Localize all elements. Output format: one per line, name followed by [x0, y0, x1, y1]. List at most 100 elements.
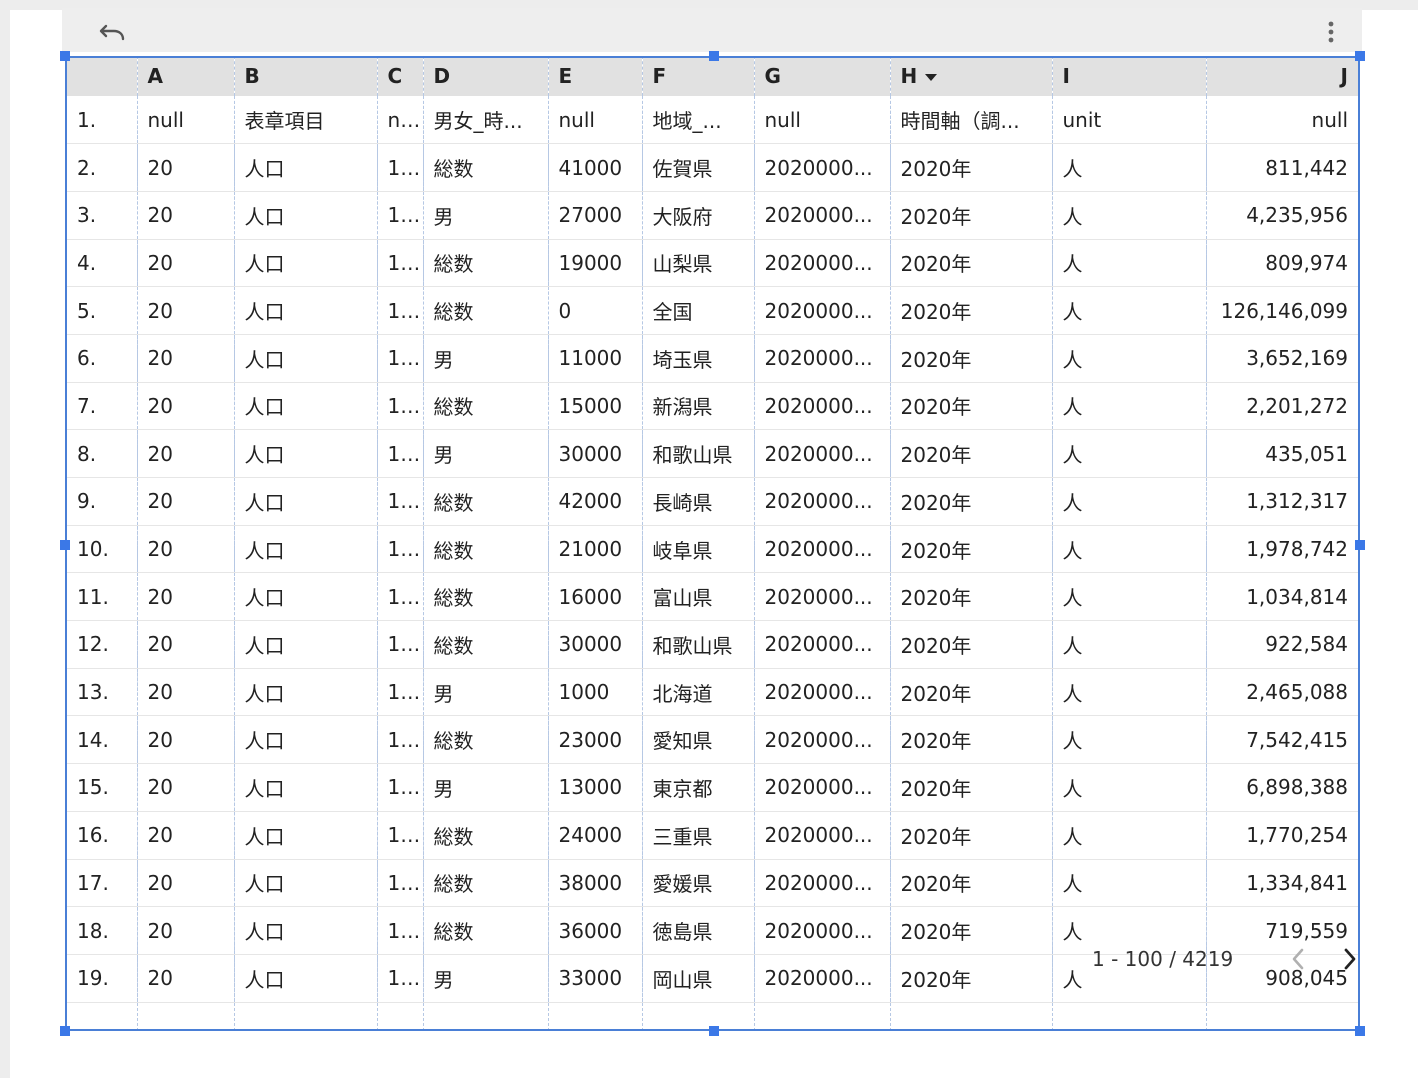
row-number: 3. — [65, 191, 137, 240]
table-row[interactable]: 14. 20 人口 1... 総数 23000 愛知県 2020000... 2020年人 7,5… — [65, 715, 1360, 765]
column-header-d[interactable]: D — [422, 56, 548, 96]
resize-handle-bottom[interactable] — [709, 1026, 719, 1036]
table-row[interactable]: 3. 20 人口 1... 男 27000 大阪府 2020000... 2020年人 4,235… — [65, 191, 1360, 240]
resize-handle-left[interactable] — [60, 540, 70, 550]
table-row[interactable]: 5. 20 人口 1... 総数 0 全国 2020000... 2020年人 126,146,0… — [65, 286, 1360, 335]
table-cell: 30000 — [547, 620, 642, 669]
table-cell: 男 — [422, 334, 548, 383]
table-row[interactable]: 11. 20 人口 1... 総数 16000 富山県 2020000... 2020年人 1,0… — [65, 572, 1360, 622]
column-header-label: J — [1340, 64, 1348, 88]
table-cell: 2020年 — [889, 620, 1052, 669]
table-cell: 2020年 — [889, 429, 1052, 478]
table-cell: 7,542,415 — [1205, 715, 1360, 765]
table-cell: 人口 — [233, 859, 377, 908]
chevron-right-icon[interactable] — [1336, 946, 1362, 972]
table-cell: 和歌山県 — [641, 620, 754, 669]
resize-handle-top-right[interactable] — [1355, 51, 1365, 61]
more-vert-icon[interactable] — [1328, 20, 1334, 44]
column-header-j[interactable]: J — [1205, 56, 1360, 96]
undo-icon[interactable] — [98, 22, 126, 42]
row-number: 15. — [65, 763, 137, 812]
row-number: 1. — [65, 96, 137, 145]
table-cell: 2,201,272 — [1205, 382, 1360, 431]
table-cell: 30000 — [547, 429, 642, 478]
table-cell: 人 — [1051, 334, 1206, 383]
resize-handle-top[interactable] — [709, 51, 719, 61]
sort-desc-icon[interactable] — [925, 74, 938, 81]
table-cell: 男 — [422, 763, 548, 812]
table-cell: 1... — [376, 334, 423, 383]
table-row[interactable]: 13. 20 人口 1... 男 1000 北海道 2020000... 2020年人 2,465… — [65, 668, 1360, 717]
table-cell: 2020000... — [753, 143, 890, 192]
table-cell: 2020000... — [753, 191, 890, 240]
resize-handle-right[interactable] — [1355, 540, 1365, 550]
table-cell: 2,465,088 — [1205, 668, 1360, 717]
table-row[interactable]: 10. 20 人口 1... 総数 21000 岐阜県 2020000... 2020年人 1,9… — [65, 525, 1360, 574]
table-row[interactable]: 8. 20 人口 1... 男 30000 和歌山県 2020000... 2020年人 435,… — [65, 429, 1360, 478]
table-cell: 埼玉県 — [641, 334, 754, 383]
column-header-g[interactable]: G — [753, 56, 890, 96]
table-cell: 16000 — [547, 572, 642, 622]
row-number: 14. — [65, 715, 137, 765]
table-cell: 2020000... — [753, 906, 890, 955]
table-cell: 人口 — [233, 763, 377, 812]
column-header-b[interactable]: B — [233, 56, 377, 96]
table-row[interactable]: 2. 20 人口 1... 総数 41000 佐賀県 2020000... 2020年人 811,… — [65, 143, 1360, 192]
column-header-c[interactable]: C — [376, 56, 423, 96]
table-cell: 人口 — [233, 715, 377, 765]
resize-handle-bottom-left[interactable] — [60, 1026, 70, 1036]
table-row[interactable]: 15. 20 人口 1... 男 13000 東京都 2020000... 2020年人 6,89… — [65, 763, 1360, 812]
column-header-label: B — [244, 64, 260, 88]
table-cell: n... — [376, 96, 423, 145]
table-cell: 1... — [376, 620, 423, 669]
table-cell: 19000 — [547, 239, 642, 288]
table-cell: 2020000... — [753, 286, 890, 335]
table-row[interactable]: 17. 20 人口 1... 総数 38000 愛媛県 2020000... 2020年人 1,3… — [65, 859, 1360, 908]
table-row[interactable]: 7. 20 人口 1... 総数 15000 新潟県 2020000... 2020年人 2,20… — [65, 382, 1360, 431]
table-cell: 33000 — [547, 954, 642, 1003]
table-cell: 2020000... — [753, 525, 890, 574]
table-cell: 人口 — [233, 239, 377, 288]
table-cell: 2020000... — [753, 239, 890, 288]
table-cell: 岡山県 — [641, 954, 754, 1003]
table-row[interactable]: 9. 20 人口 1... 総数 42000 長崎県 2020000... 2020年人 1,31… — [65, 477, 1360, 526]
column-header-e[interactable]: E — [547, 56, 642, 96]
table-cell: 2020年 — [889, 954, 1052, 1003]
table-row[interactable]: 6. 20 人口 1... 男 11000 埼玉県 2020000... 2020年人 3,652… — [65, 334, 1360, 383]
table-cell: 人口 — [233, 286, 377, 335]
table-cell: 表章項目 — [233, 96, 377, 145]
table-cell: 20 — [136, 572, 234, 622]
table-row[interactable]: 1. null 表章項目 n... 男女_時... null 地域_... null 時間軸（調… — [65, 96, 1360, 145]
table-cell: 20 — [136, 382, 234, 431]
table-cell: 20 — [136, 811, 234, 860]
table-cell: 三重県 — [641, 811, 754, 860]
table-cell: 総数 — [422, 382, 548, 431]
column-header-f[interactable]: F — [641, 56, 754, 96]
column-header-h[interactable]: H — [889, 56, 1052, 96]
table-cell: 人口 — [233, 811, 377, 860]
table-cell: 36000 — [547, 906, 642, 955]
table-cell: 20 — [136, 143, 234, 192]
table-cell: 1... — [376, 811, 423, 860]
header-row: A B C D E F G H I J — [65, 56, 1360, 96]
table-cell: 長崎県 — [641, 477, 754, 526]
table-cell: 人 — [1051, 668, 1206, 717]
table-cell: 20 — [136, 906, 234, 955]
table-cell: 全国 — [641, 286, 754, 335]
table-cell: 2020000... — [753, 429, 890, 478]
resize-handle-bottom-right[interactable] — [1355, 1026, 1365, 1036]
table-cell: 1... — [376, 239, 423, 288]
table-cell: 総数 — [422, 572, 548, 622]
row-number: 9. — [65, 477, 137, 526]
resize-handle-top-left[interactable] — [60, 51, 70, 61]
row-number: 4. — [65, 239, 137, 288]
table-cell: 1,978,742 — [1205, 525, 1360, 574]
table-cell: 3,652,169 — [1205, 334, 1360, 383]
table-row[interactable]: 4. 20 人口 1... 総数 19000 山梨県 2020000... 2020年人 809,… — [65, 239, 1360, 288]
chevron-left-icon[interactable] — [1286, 946, 1312, 972]
column-header-a[interactable]: A — [136, 56, 234, 96]
table-row[interactable]: 12. 20 人口 1... 総数 30000 和歌山県 2020000... 2020年人 92… — [65, 620, 1360, 669]
table-cell: 総数 — [422, 286, 548, 335]
column-header-i[interactable]: I — [1051, 56, 1206, 96]
table-row[interactable]: 16. 20 人口 1... 総数 24000 三重県 2020000... 2020年人 1,7… — [65, 811, 1360, 860]
